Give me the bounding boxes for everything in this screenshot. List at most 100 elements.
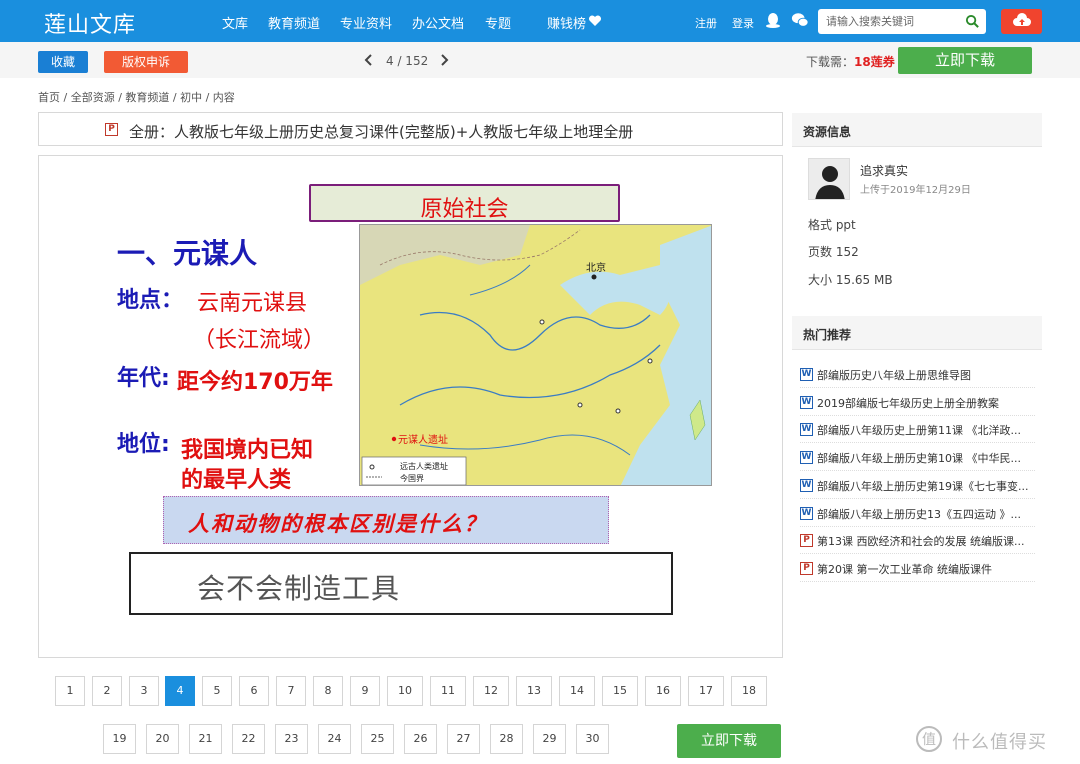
page-button[interactable]: 30 (576, 724, 609, 754)
watermark-text: 什么值得买 (952, 732, 1047, 753)
page-button[interactable]: 29 (533, 724, 566, 754)
recommendation-item[interactable]: W 部编版八年级上册历史第10课 《中华民... (800, 444, 1035, 472)
recommendation-item[interactable]: W 部编版八年级上册历史13《五四运动 》... (800, 500, 1035, 527)
ppt-file-icon: P (105, 123, 118, 136)
page-button[interactable]: 7 (276, 676, 306, 706)
search-box (818, 9, 986, 34)
page-button[interactable]: 5 (202, 676, 232, 706)
page-button[interactable]: 21 (189, 724, 222, 754)
avatar[interactable] (808, 158, 850, 200)
map-label-beijing: 北京 (586, 263, 606, 274)
favorite-button[interactable]: 收藏 (38, 51, 88, 73)
chevron-left-icon[interactable] (362, 53, 376, 67)
recommendation-title: 部编版八年级上册历史第10课 《中华民... (817, 452, 1021, 466)
nav-item-education[interactable]: 教育频道 (268, 13, 320, 32)
recommendation-item[interactable]: W 部编版八年级上册历史第19课《七七事变... (800, 472, 1035, 499)
wechat-icon[interactable] (791, 11, 809, 29)
page-button[interactable]: 27 (447, 724, 480, 754)
page-button[interactable]: 9 (350, 676, 380, 706)
watermark: 值 什么值得买 (912, 722, 1072, 756)
recommendation-item[interactable]: W 部编版八年级历史上册第11课 《北洋政... (800, 416, 1035, 444)
page-button[interactable]: 1 (55, 676, 85, 706)
breadcrumb[interactable]: 首页 / 全部资源 / 教育频道 / 初中 / 内容 (38, 89, 235, 105)
upload-button[interactable] (1001, 9, 1042, 34)
register-link[interactable]: 注册 (695, 15, 717, 31)
qq-icon[interactable] (764, 11, 782, 29)
chevron-right-icon[interactable] (437, 53, 451, 67)
page-button[interactable]: 22 (232, 724, 265, 754)
page-button[interactable]: 13 (516, 676, 552, 706)
page-button[interactable]: 28 (490, 724, 523, 754)
page-button[interactable]: 11 (430, 676, 466, 706)
page-indicator: 4 / 152 (386, 54, 429, 68)
place-value: 云南元谋县 (197, 291, 308, 316)
status-label: 地位: (117, 432, 170, 457)
nav-item-professional[interactable]: 专业资料 (340, 13, 392, 32)
nav-item-topics[interactable]: 专题 (485, 13, 511, 32)
page-button[interactable]: 26 (404, 724, 437, 754)
page-button[interactable]: 20 (146, 724, 179, 754)
slide-question: 人和动物的根本区别是什么？ (188, 512, 487, 536)
slide-heading: 一、元谋人 (117, 237, 258, 270)
page-button[interactable]: 23 (275, 724, 308, 754)
search-input[interactable] (826, 13, 966, 30)
heart-icon (588, 15, 602, 26)
page-button[interactable]: 12 (473, 676, 509, 706)
document-title: 全册：人教版七年级上册历史总复习课件(完整版)+人教版七年级上地理全册 (129, 123, 634, 141)
login-link[interactable]: 登录 (732, 15, 754, 31)
uploader-name[interactable]: 追求真实 (860, 162, 908, 179)
page-button[interactable]: 2 (92, 676, 122, 706)
china-map-image (360, 225, 711, 485)
word-file-icon: W (800, 368, 813, 381)
slide-scroll-banner: 原始社会 (309, 182, 620, 224)
place-note: （长江流域） (193, 328, 326, 353)
page-button[interactable]: 25 (361, 724, 394, 754)
status-value-line-2: 的最早人类 (181, 468, 292, 493)
resource-info-title: 资源信息 (803, 125, 852, 139)
recommendation-item[interactable]: W 部编版历史八年级上册思维导图 (800, 361, 1035, 388)
file-size: 大小 15.65 MB (808, 273, 893, 287)
svg-text:值: 值 (922, 732, 936, 748)
page-button[interactable]: 19 (103, 724, 136, 754)
copyright-report-button[interactable]: 版权申诉 (104, 51, 188, 73)
nav-item-wenku[interactable]: 文库 (222, 13, 248, 32)
recommendation-title: 第13课 西欧经济和社会的发展 统编版课... (817, 535, 1025, 549)
nav-item-earnings[interactable]: 赚钱榜 (547, 13, 586, 32)
site-logo[interactable]: 莲山文库 (44, 7, 136, 39)
page-button[interactable]: 10 (387, 676, 423, 706)
user-silhouette-icon (815, 166, 845, 199)
slide-scroll-title: 原始社会 (420, 197, 509, 222)
historical-map: 北京 元谋人遗址 远古人类遗址 今国界 (359, 224, 712, 486)
recommendation-item[interactable]: P 第13课 西欧经济和社会的发展 统编版课... (800, 527, 1035, 555)
nav-item-office[interactable]: 办公文档 (412, 13, 464, 32)
page-button[interactable]: 16 (645, 676, 681, 706)
recommendation-title: 部编版八年级上册历史第19课《七七事变... (817, 479, 1029, 493)
recommendation-title: 部编版八年级上册历史13《五四运动 》... (817, 507, 1021, 521)
hot-recommend-header: 热门推荐 (792, 316, 1042, 350)
download-cost-label: 下载需： (806, 55, 855, 69)
word-file-icon: W (800, 506, 813, 520)
cloud-upload-icon (1013, 13, 1031, 26)
search-icon[interactable] (965, 14, 980, 29)
ppt-file-icon: P (800, 561, 813, 575)
word-file-icon: W (800, 451, 813, 465)
page-button[interactable]: 3 (129, 676, 159, 706)
recommendation-title: 第20课 第一次工业革命 统编版课件 (817, 562, 992, 576)
page-button[interactable]: 6 (239, 676, 269, 706)
file-format: 格式 ppt (808, 218, 856, 232)
download-button-bottom[interactable]: 立即下载 (677, 724, 781, 758)
page-button[interactable]: 15 (602, 676, 638, 706)
page-button[interactable]: 24 (318, 724, 351, 754)
ppt-file-icon: P (800, 534, 813, 548)
page-button[interactable]: 4 (165, 676, 195, 706)
status-value-line-1: 我国境内已知 (181, 438, 314, 463)
page-button[interactable]: 18 (731, 676, 767, 706)
download-button-top[interactable]: 立即下载 (898, 47, 1032, 74)
recommendation-item[interactable]: P 第20课 第一次工业革命 统编版课件 (800, 555, 1035, 582)
recommendation-title: 部编版八年级历史上册第11课 《北洋政... (817, 424, 1021, 438)
recommendation-item[interactable]: W 2019部编版七年级历史上册全册教案 (800, 389, 1035, 416)
page-button[interactable]: 8 (313, 676, 343, 706)
document-toolbar: 收藏 版权申诉 4 / 152 下载需：18莲券 立即下载 (0, 42, 1080, 78)
page-button[interactable]: 14 (559, 676, 595, 706)
page-button[interactable]: 17 (688, 676, 724, 706)
